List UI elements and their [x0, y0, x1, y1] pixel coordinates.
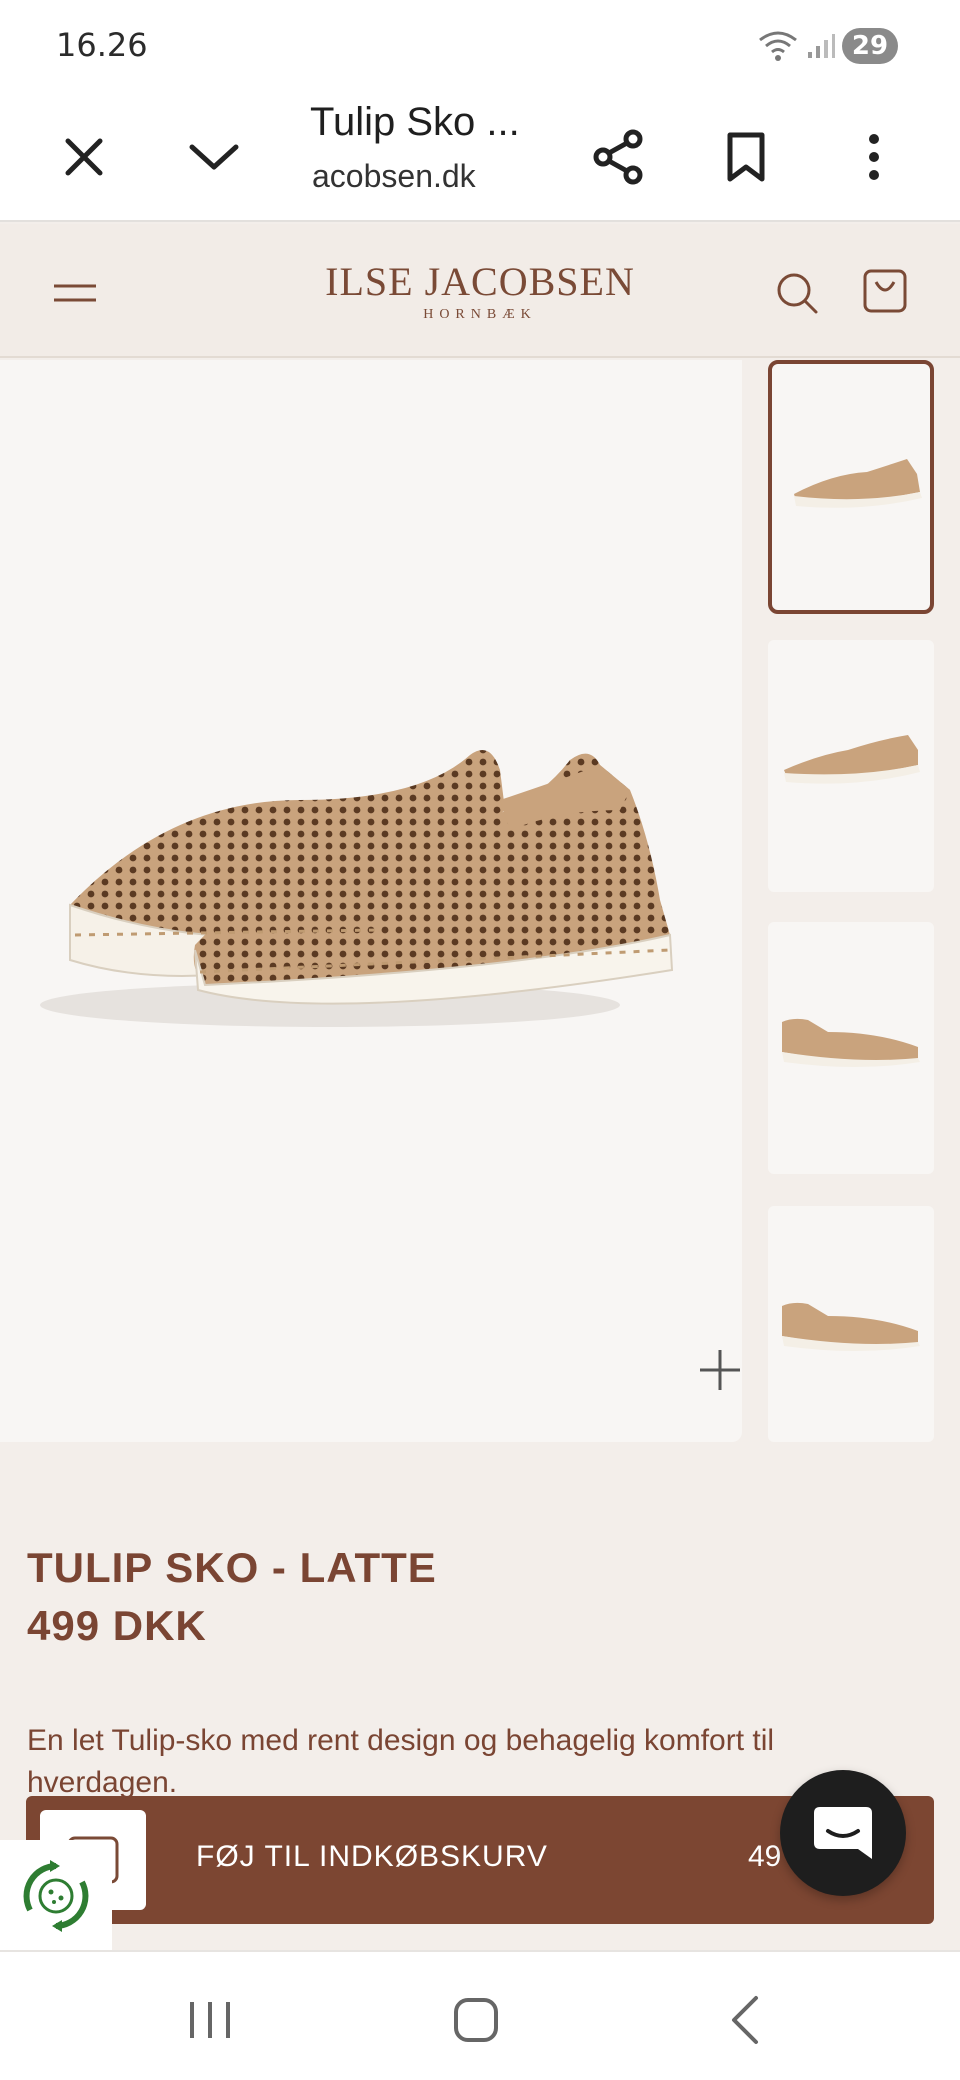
chat-icon — [814, 1807, 872, 1859]
thumbnail-2[interactable] — [768, 640, 934, 892]
wifi-icon — [759, 31, 797, 61]
system-nav-bar — [0, 1950, 960, 2080]
thumbnail-4[interactable] — [768, 1206, 934, 1442]
add-to-cart-label[interactable]: FØJ TIL INDKØBSKURV — [196, 1840, 548, 1874]
chat-button[interactable] — [780, 1770, 906, 1896]
add-to-cart-price: 49 — [748, 1840, 782, 1873]
thumbnail-shoe-image — [782, 1302, 920, 1351]
search-icon[interactable] — [774, 270, 820, 316]
tab-title[interactable]: Tulip Sko ... — [310, 100, 520, 145]
cookie-icon — [23, 1860, 89, 1932]
chevron-down-icon[interactable] — [182, 125, 246, 189]
product-title: TULIP SKO - LATTE — [27, 1544, 437, 1591]
site-header: ILSE JACOBSEN HORNBÆK — [0, 224, 960, 358]
bag-icon[interactable] — [862, 268, 908, 314]
logo-main-text: ILSE JACOBSEN — [325, 259, 635, 304]
product-description: En let Tulip-sko med rent design og beha… — [27, 1724, 775, 1799]
thumbnail-1[interactable] — [768, 360, 934, 614]
cookie-consent-button[interactable] — [0, 1840, 112, 1952]
status-time: 16.26 — [56, 26, 148, 64]
close-icon[interactable] — [52, 125, 116, 189]
status-bar: 16.26 29 — [0, 0, 960, 92]
more-vert-icon[interactable] — [842, 125, 906, 189]
browser-toolbar: Tulip Sko ... acobsen.dk — [0, 92, 960, 222]
shoe-image — [40, 750, 674, 1027]
brand-logo[interactable]: ILSE JACOBSEN HORNBÆK — [300, 258, 660, 323]
thumbnail-shoe-image — [782, 1018, 920, 1067]
thumbnail-shoe-image — [794, 459, 922, 508]
menu-icon[interactable] — [52, 282, 98, 304]
thumbnail-shoe-image — [784, 735, 920, 784]
product-main-image[interactable] — [0, 360, 742, 1442]
share-icon[interactable] — [586, 125, 650, 189]
home-icon[interactable] — [446, 1992, 506, 2048]
signal-icon — [808, 34, 835, 58]
product-price: 499 DKK — [27, 1602, 207, 1649]
back-icon[interactable] — [716, 1992, 776, 2048]
zoom-plus-icon[interactable] — [698, 1348, 742, 1392]
url-text[interactable]: acobsen.dk — [312, 158, 476, 195]
thumbnail-3[interactable] — [768, 922, 934, 1174]
battery-indicator: 29 — [842, 28, 898, 64]
logo-sub-text: HORNBÆK — [423, 307, 537, 322]
bookmark-icon[interactable] — [714, 125, 778, 189]
recent-apps-icon[interactable] — [180, 1992, 240, 2048]
